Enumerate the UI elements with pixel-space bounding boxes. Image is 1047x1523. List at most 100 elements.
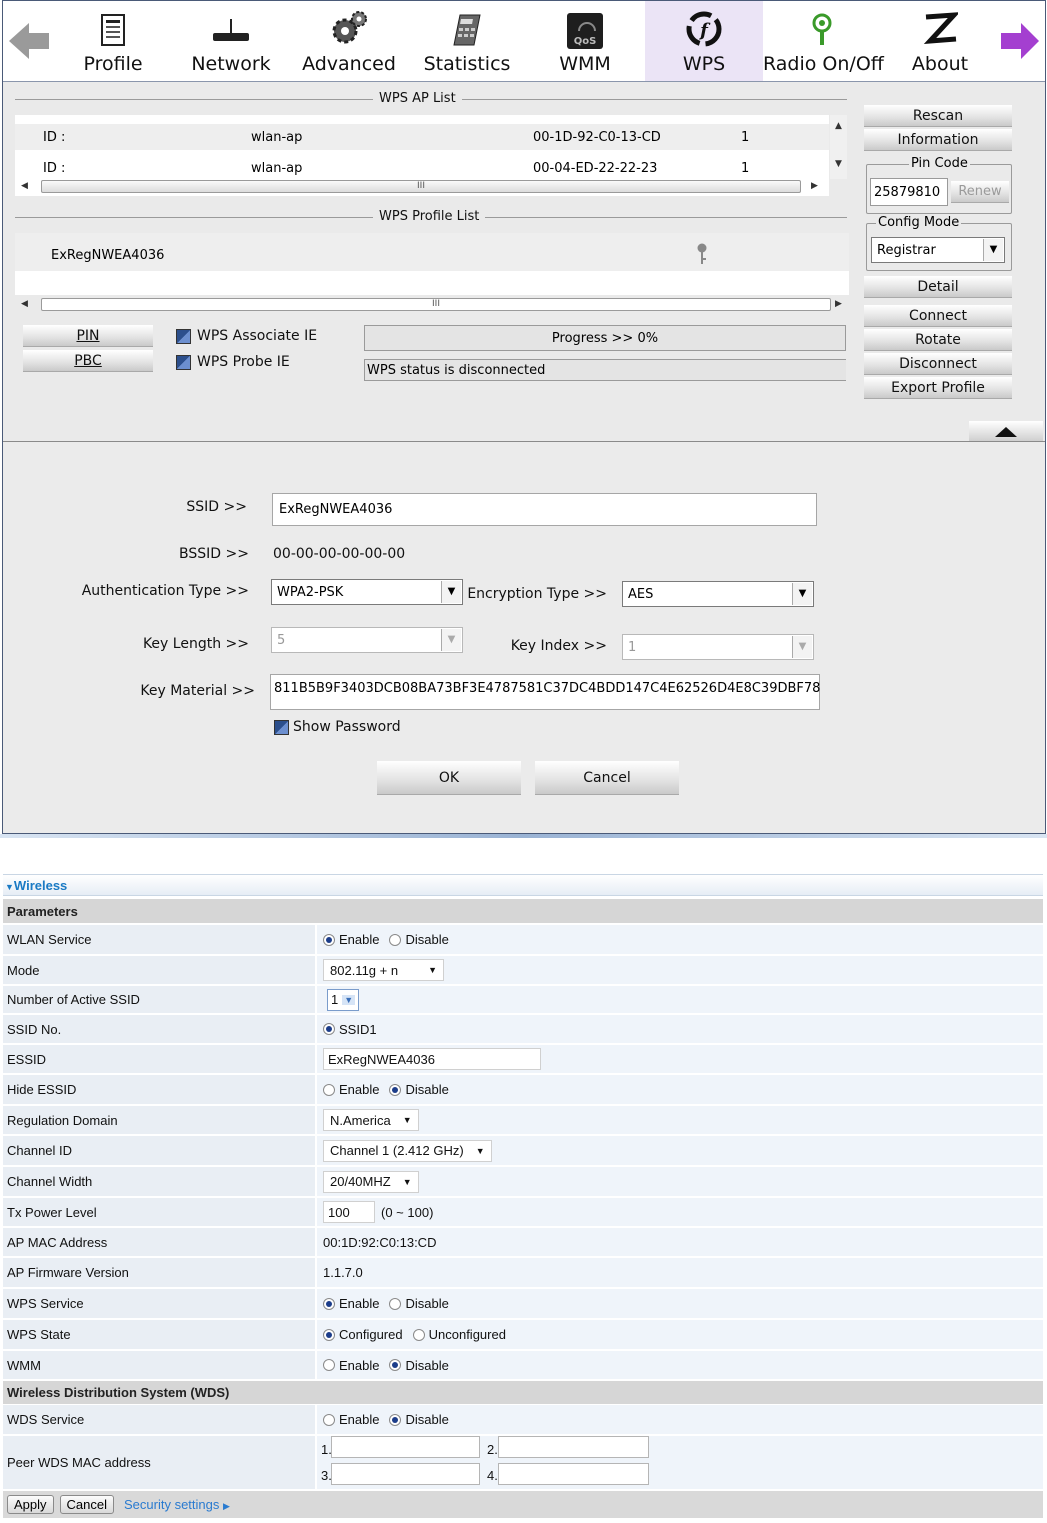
enc-type-select[interactable]: AES ▼ <box>622 581 814 607</box>
radio-label: Enable <box>339 932 380 947</box>
apply-button[interactable]: Apply <box>7 1495 54 1514</box>
detail-button[interactable]: Detail <box>864 276 1012 298</box>
radio-label: Enable <box>339 1412 380 1427</box>
peer-mac-1-input[interactable] <box>331 1436 480 1458</box>
rescan-button[interactable]: Rescan <box>864 105 1012 127</box>
peer-mac-3-input[interactable] <box>331 1463 480 1485</box>
scroll-down-icon[interactable]: ▼ <box>835 159 842 169</box>
wps-disable-radio[interactable]: Disable <box>389 1296 449 1311</box>
pin-button[interactable]: PIN <box>23 325 153 347</box>
hide-essid-label: Hide ESSID <box>3 1075 315 1104</box>
pin-code-field[interactable]: 25879810 <box>870 178 948 206</box>
collapse-button[interactable] <box>969 421 1043 441</box>
ap-list-vscrollbar[interactable]: ▲ ▼ <box>830 115 847 179</box>
toolbar-about[interactable]: About <box>881 1 999 81</box>
mode-value: 802.11g + n <box>330 962 399 978</box>
hide-essid-disable-radio[interactable]: Disable <box>389 1082 449 1097</box>
channel-width-select[interactable]: 20/40MHZ ▼ <box>323 1170 419 1193</box>
wps-unconfigured-radio[interactable]: Unconfigured <box>412 1327 506 1342</box>
scroll-left-icon[interactable]: ◀ <box>21 181 28 191</box>
export-profile-button[interactable]: Export Profile <box>864 377 1012 399</box>
wlan-enable-radio[interactable]: Enable <box>323 932 379 947</box>
information-button[interactable]: Information <box>864 129 1012 151</box>
toolbar-wmm[interactable]: QoS WMM <box>527 1 643 81</box>
ssid-field[interactable]: ExRegNWEA4036 <box>272 493 817 526</box>
enc-type-label: Encryption Type >> <box>467 586 607 602</box>
toolbar-profile[interactable]: Profile <box>55 1 171 81</box>
profile-list[interactable]: ExRegNWEA4036 <box>15 233 849 295</box>
cancel-button[interactable]: Cancel <box>59 1495 114 1514</box>
ap-ssid: wlan-ap <box>251 161 303 176</box>
associate-ie-checkbox[interactable] <box>176 329 191 344</box>
profile-list-hscrollbar[interactable]: ◀ III ▶ <box>15 297 849 314</box>
scroll-left-icon[interactable]: ◀ <box>21 299 28 309</box>
hide-essid-enable-radio[interactable]: Enable <box>323 1082 379 1097</box>
key-length-select[interactable]: 5 ▼ <box>271 627 463 653</box>
ok-button[interactable]: OK <box>377 761 521 795</box>
forward-button[interactable] <box>993 1 1045 81</box>
toolbar-label: WPS <box>682 53 726 75</box>
peer-index: 4. <box>487 1468 498 1483</box>
pbc-button[interactable]: PBC <box>23 350 153 372</box>
cancel-button[interactable]: Cancel <box>535 761 679 795</box>
mode-label: Mode <box>3 956 315 984</box>
mode-select[interactable]: 802.11g + n ▼ <box>323 959 444 981</box>
key-material-field[interactable]: 811B5B9F3403DCB08BA73BF3E4787581C37DC4BD… <box>270 674 820 710</box>
ap-list-row[interactable]: ID : wlan-ap 00-1D-92-C0-13-CD 1 <box>15 124 829 150</box>
key-index-select[interactable]: 1 ▼ <box>622 634 814 660</box>
channel-id-row: Channel ID Channel 1 (2.412 GHz) ▼ <box>3 1136 1043 1166</box>
scroll-right-icon[interactable]: ▶ <box>835 299 842 309</box>
scrollbar-thumb[interactable]: III <box>41 180 801 193</box>
back-button[interactable] <box>3 1 63 81</box>
profile-list-row[interactable]: ExRegNWEA4036 <box>15 242 849 268</box>
wlan-disable-radio[interactable]: Disable <box>389 932 449 947</box>
wmm-disable-radio[interactable]: Disable <box>389 1358 449 1373</box>
wmm-enable-radio[interactable]: Enable <box>323 1358 379 1373</box>
status-text: WPS status is disconnected <box>364 359 846 381</box>
tx-power-row: Tx Power Level 100 (0 ~ 100) <box>3 1198 1043 1227</box>
profile-list-empty-row <box>15 271 849 295</box>
toolbar: Profile Network Advanced Statistics QoS … <box>3 1 1045 82</box>
toolbar-wps[interactable]: f WPS <box>645 1 763 81</box>
active-ssid-select[interactable]: 1 ▼ <box>327 988 360 1011</box>
probe-ie-checkbox[interactable] <box>176 355 191 370</box>
wds-enable-radio[interactable]: Enable <box>323 1412 379 1427</box>
disconnect-button[interactable]: Disconnect <box>864 353 1012 375</box>
rotate-button[interactable]: Rotate <box>864 329 1012 351</box>
ap-list[interactable]: ID : wlan-ap 00-1D-92-C0-13-CD 1 ID : wl… <box>15 115 829 181</box>
connect-button[interactable]: Connect <box>864 305 1012 327</box>
ap-firmware-value: 1.1.7.0 <box>317 1258 1043 1287</box>
peer-mac-2-input[interactable] <box>498 1436 649 1458</box>
toolbar-network[interactable]: Network <box>173 1 289 81</box>
peer-mac-4-input[interactable] <box>498 1463 649 1485</box>
ap-list-hscrollbar[interactable]: ◀ III ▶ <box>15 179 829 196</box>
config-mode-value: Registrar <box>877 243 936 258</box>
regulation-select[interactable]: N.America ▼ <box>323 1109 419 1131</box>
channel-id-label: Channel ID <box>3 1136 315 1165</box>
scroll-right-icon[interactable]: ▶ <box>811 181 818 191</box>
wds-disable-radio[interactable]: Disable <box>389 1412 449 1427</box>
config-mode-select[interactable]: Registrar ▼ <box>871 237 1005 263</box>
renew-button[interactable]: Renew <box>951 181 1009 203</box>
channel-id-select[interactable]: Channel 1 (2.412 GHz) ▼ <box>323 1139 492 1162</box>
profile-name: ExRegNWEA4036 <box>51 248 165 263</box>
progress-bar: Progress >> 0% <box>364 325 846 351</box>
tx-power-input[interactable]: 100 <box>323 1201 375 1223</box>
wps-enable-radio[interactable]: Enable <box>323 1296 379 1311</box>
scroll-up-icon[interactable]: ▲ <box>835 121 842 131</box>
scrollbar-thumb[interactable]: III <box>41 298 831 311</box>
toolbar-radio[interactable]: Radio On/Off <box>763 1 884 81</box>
profile-icon <box>101 14 125 46</box>
regulation-label: Regulation Domain <box>3 1106 315 1134</box>
toolbar-advanced[interactable]: Advanced <box>291 1 407 81</box>
toolbar-statistics[interactable]: Statistics <box>409 1 525 81</box>
auth-type-select[interactable]: WPA2-PSK ▼ <box>271 579 463 605</box>
wps-configured-radio[interactable]: Configured <box>323 1327 403 1342</box>
ap-list-row[interactable]: ID : wlan-ap 00-04-ED-22-22-23 1 <box>15 155 829 181</box>
wireless-header[interactable]: ▼Wireless <box>3 874 1043 896</box>
show-password-checkbox[interactable] <box>274 720 289 735</box>
ssid1-radio[interactable]: SSID1 <box>323 1022 377 1037</box>
security-settings-link[interactable]: Security settings ▶ <box>124 1497 230 1512</box>
essid-input[interactable]: ExRegNWEA4036 <box>323 1048 541 1070</box>
peer-wds-label: Peer WDS MAC address <box>3 1436 315 1489</box>
